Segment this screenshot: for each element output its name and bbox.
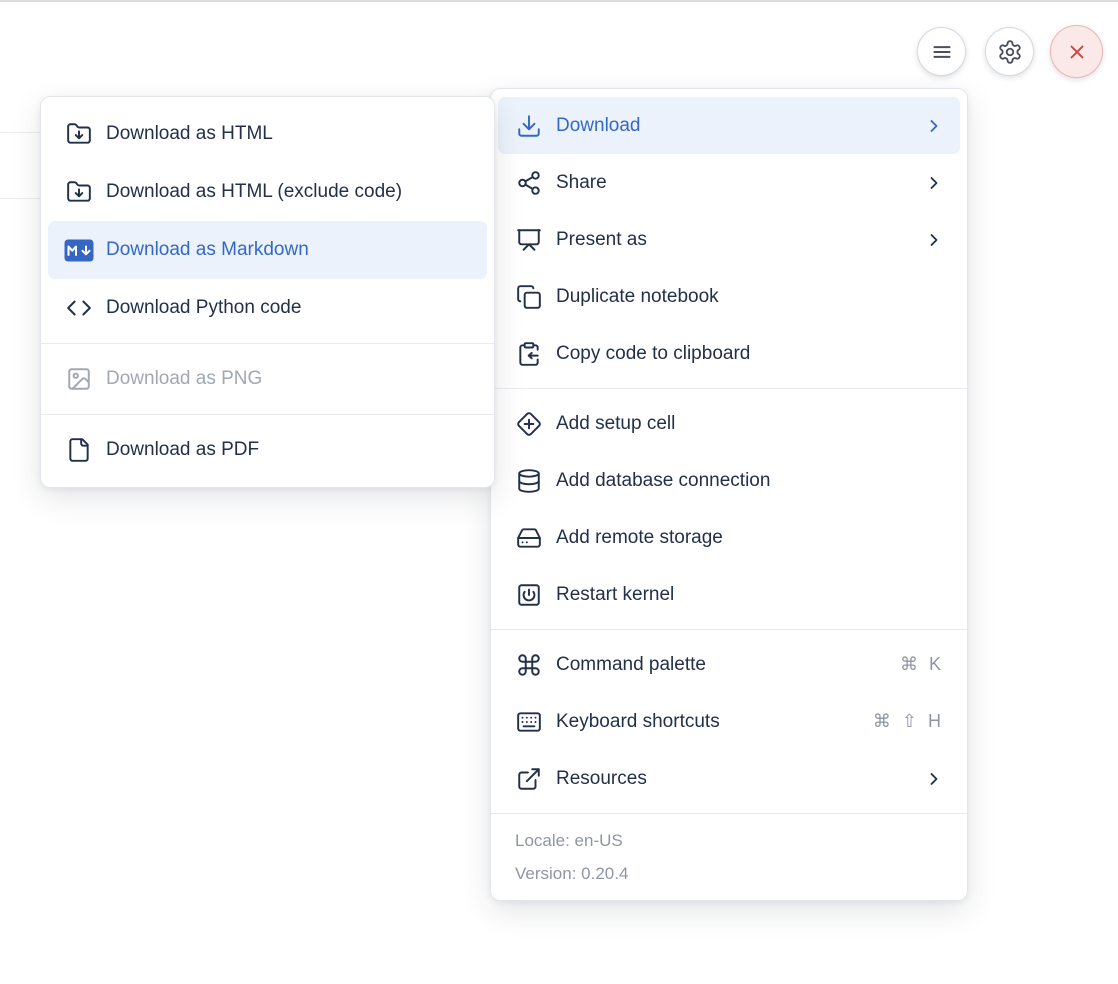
settings-button[interactable]: [985, 27, 1034, 76]
page-top-border: [0, 0, 1118, 2]
menu-item-label: Keyboard shortcuts: [556, 711, 861, 733]
menu-item-command-palette[interactable]: Command palette ⌘ K: [498, 636, 960, 693]
menu-item-restart-kernel[interactable]: Restart kernel: [498, 566, 960, 623]
markdown-icon: [64, 239, 94, 262]
keyboard-icon: [514, 709, 544, 735]
background-cell-border-bottom: [0, 198, 41, 199]
menu-item-add-database-connection[interactable]: Add database connection: [498, 452, 960, 509]
menu-item-download-as-pdf[interactable]: Download as PDF: [48, 421, 487, 479]
locale-text: Locale: en-US: [515, 824, 943, 857]
command-icon: [514, 652, 544, 678]
menu-item-resources[interactable]: Resources: [498, 750, 960, 807]
menu-item-label: Restart kernel: [556, 584, 944, 606]
menu-item-add-remote-storage[interactable]: Add remote storage: [498, 509, 960, 566]
chevron-right-icon: [924, 173, 944, 193]
file-icon: [64, 437, 94, 463]
menu-item-download-as-html[interactable]: Download as HTML: [48, 105, 487, 163]
folder-down-icon: [64, 179, 94, 205]
image-icon: [64, 366, 94, 392]
menu-item-label: Resources: [556, 768, 912, 790]
menu-item-copy-code-to-clipboard[interactable]: Copy code to clipboard: [498, 325, 960, 382]
menu-item-label: Download Python code: [106, 297, 471, 319]
menu-item-present-as[interactable]: Present as: [498, 211, 960, 268]
keyboard-shortcut-hint: ⌘ ⇧ H: [873, 711, 944, 732]
square-power-icon: [514, 582, 544, 608]
database-icon: [514, 468, 544, 494]
menu-item-add-setup-cell[interactable]: Add setup cell: [498, 395, 960, 452]
menu-item-label: Copy code to clipboard: [556, 343, 944, 365]
gear-icon: [997, 39, 1023, 65]
download-submenu: Download as HTML Download as HTML (exclud…: [40, 96, 495, 488]
menu-item-label: Download as Markdown: [106, 239, 471, 261]
background-cell-border-top: [0, 132, 41, 133]
diamond-plus-icon: [514, 411, 544, 437]
menu-footer: Locale: en-USVersion: 0.20.4: [491, 813, 967, 892]
close-icon: [1065, 40, 1089, 64]
menu-item-download-as-markdown[interactable]: Download as Markdown: [48, 221, 487, 279]
menu-item-label: Download as HTML: [106, 123, 471, 145]
menu-item-label: Add setup cell: [556, 413, 944, 435]
clipboard-copy-icon: [514, 341, 544, 367]
share-icon: [514, 170, 544, 196]
menu-item-label: Download: [556, 115, 912, 137]
hamburger-icon: [929, 39, 955, 65]
hard-drive-icon: [514, 525, 544, 551]
download-icon: [514, 113, 544, 139]
version-text: Version: 0.20.4: [515, 857, 943, 890]
menu-item-download-as-html-exclude-code[interactable]: Download as HTML (exclude code): [48, 163, 487, 221]
menu-item-download[interactable]: Download: [498, 97, 960, 154]
code-icon: [64, 295, 94, 321]
menu-item-duplicate-notebook[interactable]: Duplicate notebook: [498, 268, 960, 325]
menu-item-download-python-code[interactable]: Download Python code: [48, 279, 487, 337]
chevron-right-icon: [924, 769, 944, 789]
menu-item-label: Add remote storage: [556, 527, 944, 549]
chevron-right-icon: [924, 116, 944, 136]
menu-separator: [41, 414, 494, 415]
copy-icon: [514, 284, 544, 310]
menu-separator: [41, 343, 494, 344]
menu-item-label: Add database connection: [556, 470, 944, 492]
menu-item-label: Present as: [556, 229, 912, 251]
notebook-actions-menu: Download Share Present as Duplicate noteboo…: [490, 88, 968, 901]
menu-item-label: Download as HTML (exclude code): [106, 181, 471, 203]
chevron-right-icon: [924, 230, 944, 250]
menu-item-download-as-png: Download as PNG: [48, 350, 487, 408]
menu-item-label: Share: [556, 172, 912, 194]
menu-item-label: Download as PDF: [106, 439, 471, 461]
keyboard-shortcut-hint: ⌘ K: [900, 654, 944, 675]
menu-item-share[interactable]: Share: [498, 154, 960, 211]
menu-item-label: Download as PNG: [106, 368, 471, 390]
close-app-button[interactable]: [1050, 25, 1103, 78]
menu-separator: [491, 629, 967, 630]
menu-item-keyboard-shortcuts[interactable]: Keyboard shortcuts ⌘ ⇧ H: [498, 693, 960, 750]
folder-down-icon: [64, 121, 94, 147]
menu-separator: [491, 388, 967, 389]
menu-item-label: Command palette: [556, 654, 888, 676]
external-link-icon: [514, 766, 544, 792]
menu-item-label: Duplicate notebook: [556, 286, 944, 308]
notebook-menu-button[interactable]: [917, 27, 966, 76]
presentation-icon: [514, 227, 544, 253]
